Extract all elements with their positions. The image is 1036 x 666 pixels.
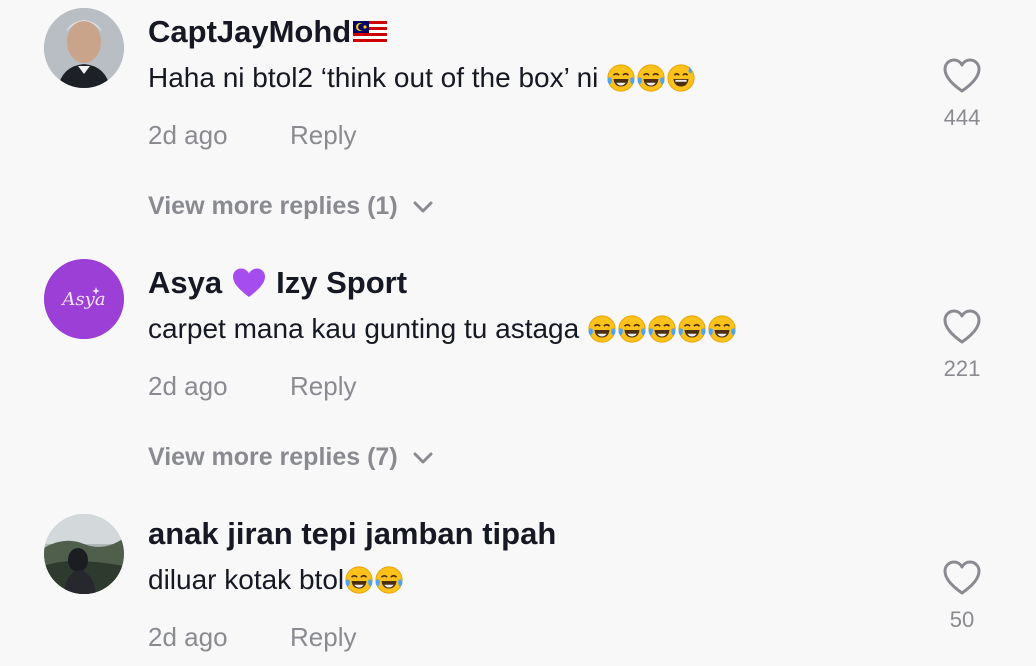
tears-of-joy-icon [587, 314, 617, 344]
heart-icon [943, 58, 981, 93]
svg-text:Asya: Asya [60, 289, 105, 310]
reply-button[interactable]: Reply [290, 120, 356, 151]
tears-of-joy-icon [344, 565, 374, 595]
like-count: 444 [943, 105, 981, 130]
like-button[interactable]: 221 [930, 309, 994, 382]
tears-of-joy-icon [606, 63, 636, 93]
comment-text: carpet mana kau gunting tu astaga [148, 313, 737, 345]
tears-of-joy-icon [374, 565, 404, 595]
username[interactable]: anak jiran tepi jamban tipah [148, 516, 556, 552]
chevron-down-icon [413, 452, 433, 463]
like-button[interactable]: 444 [930, 58, 994, 131]
username[interactable]: Asya Izy Sport [148, 265, 407, 301]
comment-text: Haha ni btol2 ‘think out of the box’ ni [148, 62, 696, 94]
avatar-photo [44, 8, 124, 88]
avatar[interactable] [44, 514, 124, 594]
like-button[interactable]: 50 [930, 560, 994, 633]
avatar[interactable]: Asya [44, 259, 124, 339]
username[interactable]: CaptJayMohd [148, 14, 388, 50]
tears-of-joy-icon [647, 314, 677, 344]
view-more-replies-button[interactable]: View more replies (7) [148, 443, 434, 472]
tears-of-joy-icon [636, 63, 666, 93]
avatar-photo [44, 514, 124, 594]
tears-of-joy-icon [707, 314, 737, 344]
comment-text: diluar kotak btol [148, 564, 404, 596]
view-more-replies-button[interactable]: View more replies (1) [148, 192, 434, 221]
reply-button[interactable]: Reply [290, 371, 356, 402]
tears-of-joy-icon [677, 314, 707, 344]
grinning-sweat-icon [666, 63, 696, 93]
comment-time: 2d ago [148, 622, 228, 652]
reply-button[interactable]: Reply [290, 622, 356, 653]
chevron-down-icon [413, 201, 433, 212]
like-count: 221 [943, 356, 981, 381]
heart-icon [943, 309, 981, 344]
like-count: 50 [949, 607, 975, 632]
comment-time: 2d ago [148, 371, 228, 401]
malaysia-flag-icon [353, 21, 388, 43]
tears-of-joy-icon [617, 314, 647, 344]
avatar-logo: Asya [44, 259, 124, 339]
purple-heart-icon [233, 268, 266, 297]
avatar[interactable] [44, 8, 124, 88]
heart-icon [943, 560, 981, 595]
comment-time: 2d ago [148, 120, 228, 150]
